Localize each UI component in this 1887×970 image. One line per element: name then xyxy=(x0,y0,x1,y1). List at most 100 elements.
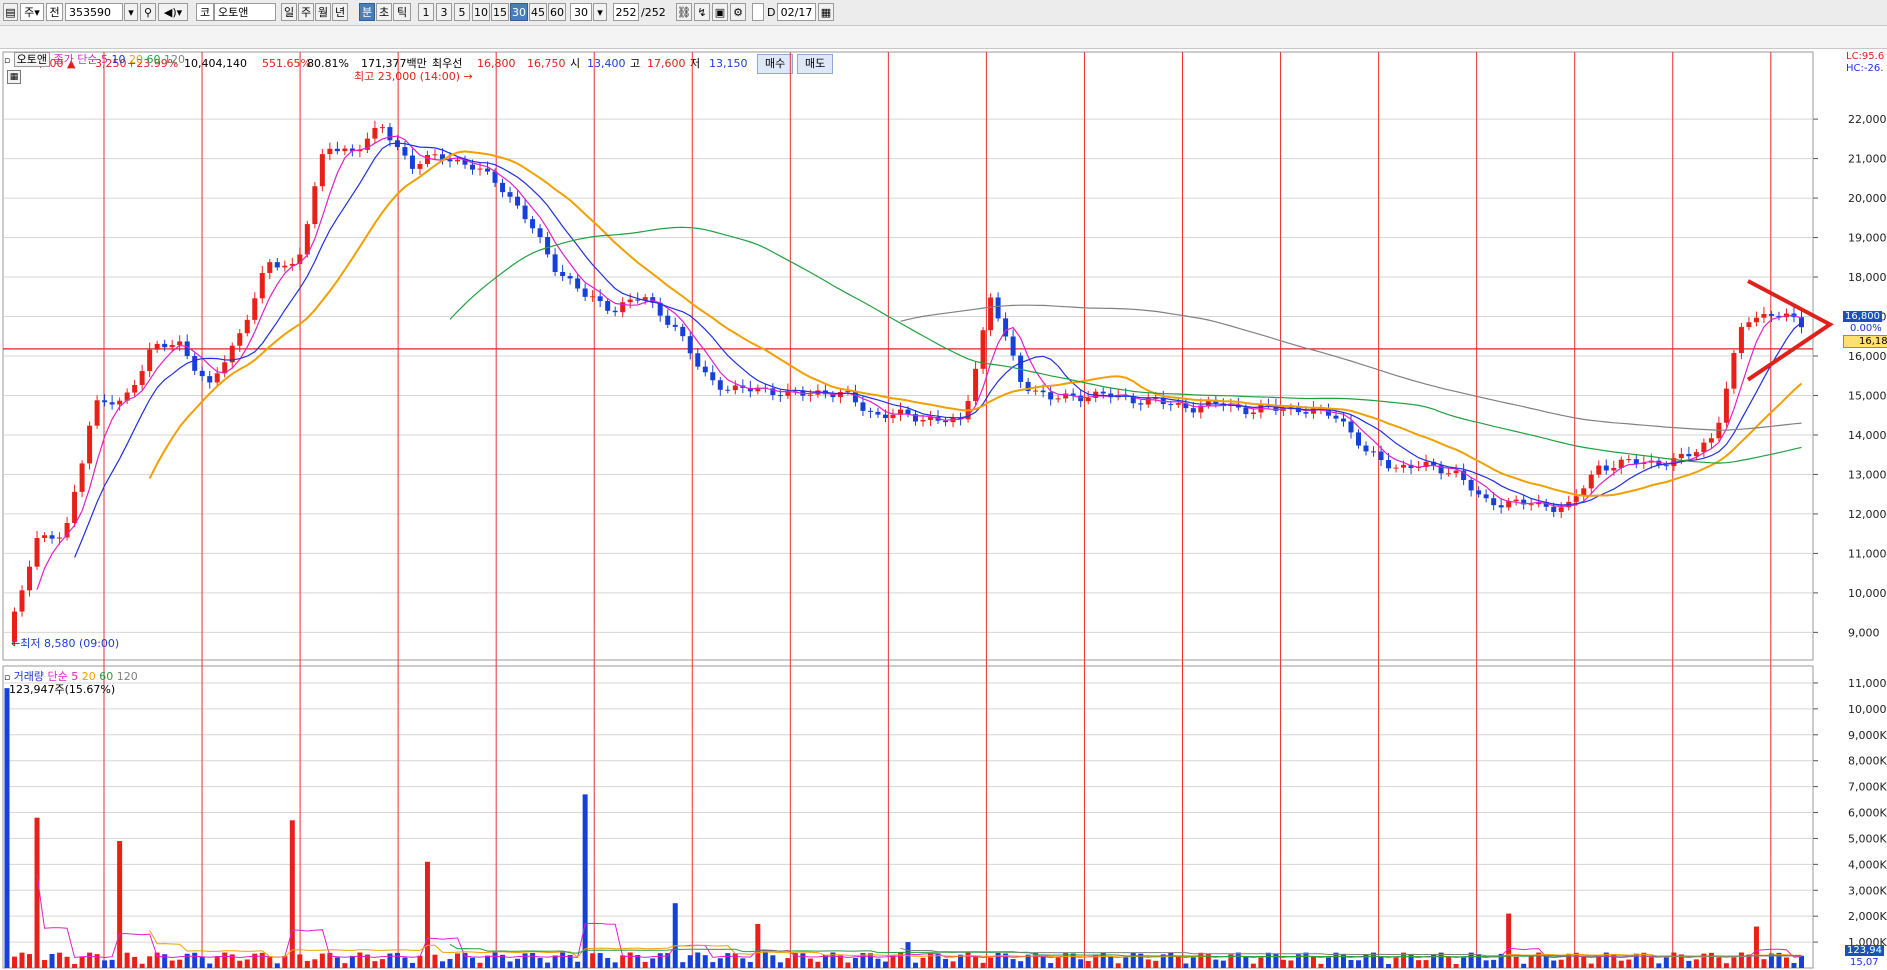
interval-5[interactable]: 5 xyxy=(454,3,470,21)
volume-bar xyxy=(1521,963,1527,968)
candle-body xyxy=(1513,499,1519,502)
current-pct-label: 0.00% xyxy=(1850,323,1882,334)
stock-code-dropdown-icon[interactable]: ▾ xyxy=(124,3,138,21)
volume-tick-label: 9,000K xyxy=(1848,729,1887,742)
volume-bar xyxy=(1708,952,1714,968)
draw-icon[interactable]: ↯ xyxy=(694,3,710,21)
candle-body xyxy=(590,296,596,298)
ma5-line xyxy=(36,135,1802,590)
volume-bar xyxy=(199,957,205,968)
volume-bar xyxy=(777,962,783,968)
volume-bar xyxy=(943,958,949,968)
volume-bar xyxy=(605,958,611,968)
interval-60[interactable]: 60 xyxy=(548,3,566,21)
volume-bar xyxy=(1235,952,1241,968)
volume-bar xyxy=(192,952,198,968)
candle-body xyxy=(1626,459,1632,461)
candle-body xyxy=(342,148,348,152)
stock-code-input[interactable]: 353590 xyxy=(65,3,123,21)
period-tab-month[interactable]: 월 xyxy=(315,3,331,21)
vol-ma5-line xyxy=(36,873,1802,959)
candle-body xyxy=(132,384,138,393)
period-tab-tick[interactable]: 틱 xyxy=(393,3,411,21)
volume-tick-label: 10,000K xyxy=(1848,703,1887,716)
count-input[interactable]: 252 xyxy=(613,3,639,21)
interval-1[interactable]: 1 xyxy=(418,3,434,21)
period-tab-second[interactable]: 초 xyxy=(376,3,392,21)
volume-bar xyxy=(980,962,986,968)
volume-bar xyxy=(372,961,378,968)
chart-toolbar: ▤ 주▾ 전 353590 ▾ ⚲ ◀)▾ 코 오토앤 일 주 월 년 분 초 … xyxy=(0,0,1887,26)
current-price-box: 16,800 xyxy=(1843,311,1882,322)
interval-3[interactable]: 3 xyxy=(436,3,452,21)
volume-bar xyxy=(12,956,18,968)
volume-bar xyxy=(680,962,686,968)
candle-body xyxy=(312,186,318,225)
candle-body xyxy=(1491,498,1497,506)
candle-body xyxy=(522,205,528,220)
volume-panel-frame xyxy=(2,665,1814,969)
volume-bar xyxy=(1318,963,1324,968)
price-tick-label: 21,000 xyxy=(1848,153,1887,166)
calendar-icon[interactable]: ▦ xyxy=(818,3,834,21)
code-toggle[interactable]: 전 xyxy=(46,3,63,21)
interval-45[interactable]: 45 xyxy=(529,3,547,21)
interval-15[interactable]: 15 xyxy=(491,3,509,21)
price-volume-chart[interactable]: 22,00021,00020,00019,00018,00017,00016,0… xyxy=(0,48,1887,970)
layout-icon[interactable]: ▤ xyxy=(3,3,18,21)
volume-bar xyxy=(695,952,701,968)
stock-name-field[interactable]: 오토앤 xyxy=(214,3,276,21)
period-tab-week[interactable]: 주 xyxy=(298,3,314,21)
interval-10[interactable]: 10 xyxy=(472,3,490,21)
volume-bar xyxy=(920,957,926,968)
candle-body xyxy=(1723,388,1729,423)
volume-tick-label: 3,000K xyxy=(1848,884,1887,897)
interval-dropdown-icon[interactable]: ▾ xyxy=(593,3,607,21)
candle-body xyxy=(1528,504,1534,506)
volume-bar xyxy=(1055,957,1061,968)
volume-bar xyxy=(950,961,956,968)
period-tab-day[interactable]: 일 xyxy=(281,3,297,21)
low-annotation-text: 최저 8,580 (09:00) xyxy=(20,637,120,650)
candle-body xyxy=(695,353,701,367)
search-icon[interactable]: ⚲ xyxy=(140,3,156,21)
link-icon[interactable]: ⛓ xyxy=(676,3,692,21)
volume-bar xyxy=(530,952,536,968)
candle-body xyxy=(1033,390,1039,392)
interval-select[interactable]: 30 xyxy=(570,3,592,21)
candle-body xyxy=(1663,465,1669,467)
candle-body xyxy=(687,336,693,354)
price-tick-label: 11,000 xyxy=(1848,547,1887,560)
candle-body xyxy=(192,356,198,371)
volume-bar xyxy=(79,956,85,968)
price-tick-label: 22,000 xyxy=(1848,113,1887,126)
period-tab-minute[interactable]: 분 xyxy=(359,3,375,21)
volume-bar xyxy=(973,955,979,968)
candle-body xyxy=(87,425,93,464)
candle-body xyxy=(1453,470,1459,474)
candle-body xyxy=(470,164,476,170)
volume-bar xyxy=(747,961,753,968)
ma20-line xyxy=(148,150,1803,497)
volume-bar xyxy=(1070,953,1076,968)
candle-body xyxy=(1603,465,1609,471)
candle-body xyxy=(1085,397,1091,402)
volume-bar xyxy=(169,960,175,968)
interval-30[interactable]: 30 xyxy=(510,3,528,21)
price-tick-label: 18,000 xyxy=(1848,271,1887,284)
date-input[interactable]: 02/17 xyxy=(777,3,816,21)
gear-icon[interactable]: ⚙ xyxy=(730,3,746,21)
volume-bar xyxy=(1783,957,1789,968)
d-checkbox[interactable] xyxy=(752,3,764,21)
sound-icon[interactable]: ◀)▾ xyxy=(158,3,188,21)
volume-bar xyxy=(177,959,183,968)
volume-bar xyxy=(222,952,228,968)
period-tab-year[interactable]: 년 xyxy=(332,3,348,21)
candle-body xyxy=(1356,432,1361,446)
period-prefix-select[interactable]: 주▾ xyxy=(20,3,44,21)
save-icon[interactable]: ▣ xyxy=(712,3,728,21)
volume-bar xyxy=(1551,960,1557,968)
candle-body xyxy=(199,370,205,377)
volume-bar xyxy=(965,952,971,968)
volume-bar xyxy=(455,953,460,968)
